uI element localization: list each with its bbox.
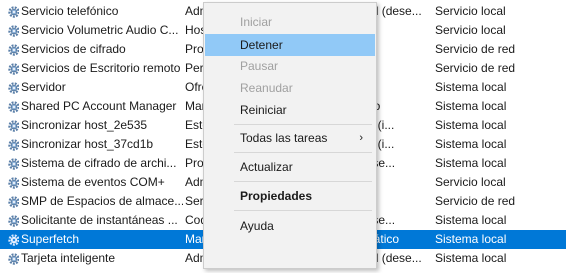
service-name: Sistema de cifrado de archi... (21, 156, 177, 170)
gear-icon (3, 40, 19, 59)
service-name: Servicio telefónico (21, 4, 119, 18)
menu-item-pausar[interactable]: Pausar (205, 55, 375, 77)
service-name: Servicio Volumetric Audio C... (21, 23, 179, 37)
service-logon-as: Servicio de red (435, 61, 516, 75)
menu-separator (234, 210, 372, 211)
menu-item-ayuda[interactable]: Ayuda (205, 215, 375, 237)
gear-icon (3, 249, 19, 268)
service-name: Superfetch (21, 232, 80, 246)
menu-separator (234, 124, 372, 125)
gear-icon (3, 154, 19, 173)
menu-item-actualizar[interactable]: Actualizar (205, 156, 375, 178)
service-name: Servicios de cifrado (21, 42, 126, 56)
gear-icon (3, 2, 19, 21)
chevron-right-icon: › (359, 132, 363, 144)
gear-icon (3, 59, 19, 78)
service-name: Sincronizar host_2e535 (21, 118, 148, 132)
service-logon-as: Servicio local (435, 175, 506, 189)
service-logon-as: Sistema local (435, 156, 507, 170)
service-logon-as: Servicio de red (435, 194, 516, 208)
service-name: Sincronizar host_37cd1b (21, 137, 154, 151)
gear-icon (3, 116, 19, 135)
context-menu: Iniciar Detener Pausar Reanudar Reinicia… (203, 2, 377, 269)
menu-separator (234, 181, 372, 182)
gear-icon (3, 21, 19, 40)
service-name: Servicios de Escritorio remoto (21, 61, 181, 75)
gear-icon (3, 78, 19, 97)
service-logon-as: Sistema local (435, 137, 507, 151)
menu-item-reiniciar[interactable]: Reiniciar (205, 99, 375, 121)
menu-separator (234, 152, 372, 153)
service-name: SMP de Espacios de almace... (21, 194, 183, 208)
service-logon-as: Sistema local (435, 251, 507, 265)
menu-item-detener[interactable]: Detener (205, 34, 375, 56)
menu-item-reanudar[interactable]: Reanudar (205, 77, 375, 99)
menu-item-propiedades[interactable]: Propiedades (205, 185, 375, 207)
service-logon-as: Servicio local (435, 23, 506, 37)
service-name: Servidor (21, 80, 66, 94)
menu-item-label: Todas las tareas (240, 131, 328, 145)
service-name: Shared PC Account Manager (21, 99, 177, 113)
service-logon-as: Servicio de red (435, 42, 516, 56)
service-logon-as: Sistema local (435, 118, 507, 132)
menu-item-todas-las-tareas[interactable]: Todas las tareas › (205, 127, 375, 149)
service-logon-as: Sistema local (435, 99, 507, 113)
gear-icon (3, 192, 19, 211)
gear-icon (3, 211, 19, 230)
gear-icon (3, 173, 19, 192)
gear-icon (3, 230, 19, 249)
menu-item-iniciar[interactable]: Iniciar (205, 11, 375, 33)
service-logon-as: Sistema local (435, 232, 507, 246)
service-logon-as: Sistema local (435, 213, 507, 227)
service-logon-as: Servicio local (435, 4, 506, 18)
service-name: Solicitante de instantáneas ... (21, 213, 178, 227)
gear-icon (3, 97, 19, 116)
service-name: Tarjeta inteligente (21, 251, 116, 265)
service-logon-as: Sistema local (435, 80, 507, 94)
service-name: Sistema de eventos COM+ (21, 175, 165, 189)
gear-icon (3, 135, 19, 154)
